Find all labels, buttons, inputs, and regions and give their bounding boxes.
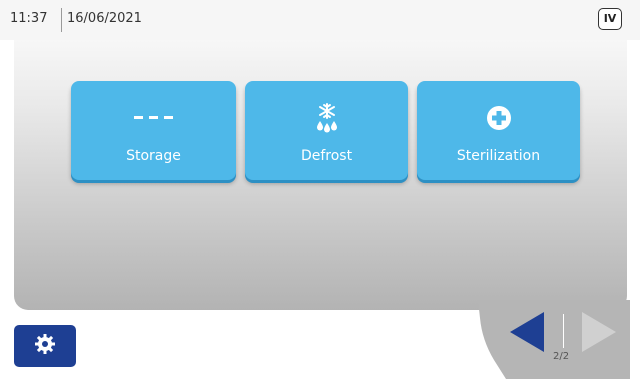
- dashes-icon: [71, 103, 236, 133]
- chevron-right-icon: [582, 312, 616, 352]
- sterilization-button[interactable]: Sterilization: [417, 81, 580, 180]
- plus-circle-icon: [417, 103, 580, 133]
- defrost-label: Defrost: [300, 148, 353, 164]
- nav-divider: [563, 314, 564, 348]
- status-divider: [61, 8, 62, 32]
- gear-icon: [34, 333, 56, 359]
- status-badge[interactable]: IV: [598, 8, 622, 30]
- storage-button[interactable]: Storage: [71, 81, 236, 180]
- settings-button[interactable]: [14, 325, 76, 367]
- page-indicator: 2/2: [553, 351, 570, 362]
- sterilization-label: Sterilization: [456, 148, 541, 164]
- clock-date: 16/06/2021: [67, 11, 142, 26]
- snowflake-drops-icon: [245, 103, 408, 133]
- storage-label: Storage: [126, 148, 181, 164]
- chevron-left-icon: [510, 312, 544, 352]
- previous-page-button[interactable]: [510, 312, 546, 356]
- clock-time: 11:37: [10, 11, 48, 26]
- defrost-button[interactable]: Defrost: [245, 81, 408, 180]
- next-page-button[interactable]: [580, 312, 616, 356]
- status-bar: 11:37 16/06/2021 IV: [0, 0, 640, 40]
